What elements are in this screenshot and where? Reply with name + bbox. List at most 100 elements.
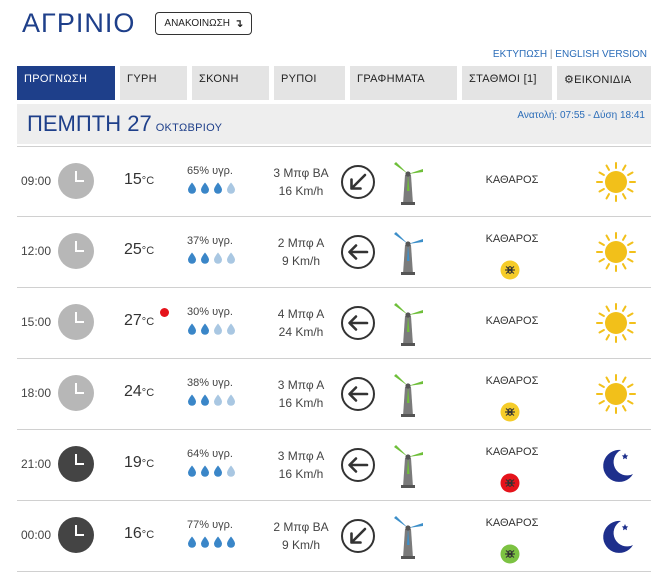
moon-icon — [595, 515, 637, 557]
wind-direction-arrow-icon — [340, 376, 376, 412]
arrow-down-icon: ↴ — [234, 17, 244, 30]
table-row: 21:00 19°C 64% υγρ. 3 Μπφ Α 16 Km/h ΚΑΘΑΡΟΣ — [17, 430, 651, 501]
humidity: 30% υγρ. — [187, 306, 247, 335]
humidity-value: 64% υγρ. — [187, 448, 233, 460]
temperature-value: 24 — [124, 383, 142, 400]
dust-level-icon[interactable] — [500, 544, 520, 564]
humidity: 77% υγρ. — [187, 519, 247, 548]
wind-direction-arrow-icon — [340, 305, 376, 341]
temperature-value: 16 — [124, 525, 142, 542]
clock-icon — [58, 375, 94, 411]
condition-text: ΚΑΘΑΡΟΣ — [485, 174, 539, 186]
wind-direction-arrow-icon — [340, 164, 376, 200]
tab-stations[interactable]: ΣΤΑΘΜΟΙ [1] — [462, 66, 552, 100]
english-version-link[interactable]: ENGLISH VERSION — [555, 49, 647, 60]
print-link[interactable]: ΕΚΤΥΠΩΣΗ — [493, 49, 547, 60]
condition-text: ΚΑΘΑΡΟΣ — [485, 233, 539, 245]
clock-icon — [58, 517, 94, 553]
temperature-unit: °C — [141, 245, 155, 257]
temperature-unit: °C — [141, 458, 155, 470]
condition-text: ΚΑΘΑΡΟΣ — [485, 315, 539, 327]
tab-pollen[interactable]: ΓΥΡΗ — [120, 66, 187, 100]
top-links: ΕΚΤΥΠΩΣΗ | ENGLISH VERSION — [493, 49, 647, 60]
wind-turbine-icon — [391, 231, 425, 275]
temperature-unit: °C — [141, 316, 155, 328]
wind-direction-arrow-icon — [340, 234, 376, 270]
temperature: 25°C — [124, 241, 154, 259]
sun-icon — [595, 161, 637, 203]
forecast-time: 00:00 — [21, 528, 52, 542]
wind-turbine-icon — [391, 302, 425, 346]
temperature-value: 27 — [124, 312, 142, 329]
forecast-time: 21:00 — [21, 457, 52, 471]
tab-label: ΓΥΡΗ — [127, 73, 157, 85]
condition-text: ΚΑΘΑΡΟΣ — [485, 517, 539, 529]
humidity: 65% υγρ. — [187, 165, 247, 194]
day-month: ΟΚΤΩΒΡΙΟΥ — [155, 122, 223, 134]
dust-level-icon[interactable] — [500, 473, 520, 493]
tab-forecast[interactable]: ΠΡΟΓΝΩΣΗ — [17, 66, 115, 100]
humidity-value: 37% υγρ. — [187, 235, 233, 247]
dust-level-icon[interactable] — [500, 260, 520, 280]
page-header: ΑΓΡΙΝΙΟ ΑΝΑΚΟΙΝΩΣΗ ↴ — [22, 6, 253, 40]
city-title: ΑΓΡΙΝΙΟ — [22, 7, 136, 38]
forecast-time: 18:00 — [21, 386, 52, 400]
wind-direction-arrow-icon — [340, 447, 376, 483]
dust-level-icon[interactable] — [500, 402, 520, 422]
sun-icon — [595, 231, 637, 273]
humidity-value: 65% υγρ. — [187, 165, 233, 177]
forecast-time: 12:00 — [21, 244, 52, 258]
table-row: 00:00 16°C 77% υγρ. 2 Μπφ ΒΑ 9 Km/h ΚΑΘΑΡΟΣ — [17, 501, 651, 572]
table-row: 09:00 15°C 65% υγρ. 3 Μπφ ΒΑ 16 Km/h ΚΑΘΑΡΟΣ — [17, 146, 651, 217]
humidity: 64% υγρ. — [187, 448, 247, 477]
announcement-label: ΑΝΑΚΟΙΝΩΣΗ — [164, 17, 230, 29]
humidity-drops-icon — [187, 323, 247, 335]
clock-icon — [58, 163, 94, 199]
condition-text: ΚΑΘΑΡΟΣ — [485, 375, 539, 387]
humidity-drops-icon — [187, 252, 247, 264]
day-title: ΠΕΜΠΤΗ 27 ΟΚΤΩΒΡΙΟΥ — [27, 111, 222, 137]
day-header: ΠΕΜΠΤΗ 27 ΟΚΤΩΒΡΙΟΥ Ανατολή: 07:55 - Δύση… — [17, 104, 651, 144]
temperature-value: 19 — [124, 454, 142, 471]
wind-turbine-icon — [391, 444, 425, 488]
humidity-value: 77% υγρ. — [187, 519, 233, 531]
humidity-value: 30% υγρ. — [187, 306, 233, 318]
humidity-drops-icon — [187, 394, 247, 406]
tab-label: ΓΡΑΦΗΜΑΤΑ — [357, 73, 425, 85]
tab-label: ΣΤΑΘΜΟΙ [1] — [469, 73, 537, 85]
wind-direction-arrow-icon — [340, 518, 376, 554]
tab-pollutants[interactable]: ΡΥΠΟΙ — [274, 66, 345, 100]
temperature: 15°C — [124, 171, 154, 189]
sun-icon — [595, 302, 637, 344]
tab-bar: ΠΡΟΓΝΩΣΗ ΓΥΡΗ ΣΚΟΝΗ ΡΥΠΟΙ ΓΡΑΦΗΜΑΤΑ ΣΤΑΘ… — [17, 66, 651, 100]
tab-dust[interactable]: ΣΚΟΝΗ — [192, 66, 269, 100]
table-row: 18:00 24°C 38% υγρ. 3 Μπφ Α 16 Km/h ΚΑΘΑΡΟΣ — [17, 359, 651, 430]
condition-text: ΚΑΘΑΡΟΣ — [485, 446, 539, 458]
tab-icons[interactable]: ⚙ΕΙΚΟΝΙΔΙΑ — [557, 66, 651, 100]
day-name: ΠΕΜΠΤΗ 27 — [27, 111, 152, 136]
moon-icon — [595, 444, 637, 486]
wind-turbine-icon — [391, 161, 425, 205]
humidity: 38% υγρ. — [187, 377, 247, 406]
temperature-value: 15 — [124, 171, 142, 188]
forecast-time: 15:00 — [21, 315, 52, 329]
table-row: 15:00 27°C 30% υγρ. 4 Μπφ Α 24 Km/h ΚΑΘΑΡΟΣ — [17, 288, 651, 359]
clock-icon — [58, 446, 94, 482]
humidity-drops-icon — [187, 182, 247, 194]
announcement-button[interactable]: ΑΝΑΚΟΙΝΩΣΗ ↴ — [155, 11, 253, 35]
tab-label: ΠΡΟΓΝΩΣΗ — [24, 73, 88, 85]
wind-turbine-icon — [391, 373, 425, 417]
temperature-value: 25 — [124, 241, 142, 258]
temperature-unit: °C — [141, 387, 155, 399]
humidity: 37% υγρ. — [187, 235, 247, 264]
tab-charts[interactable]: ΓΡΑΦΗΜΑΤΑ — [350, 66, 457, 100]
humidity-value: 38% υγρ. — [187, 377, 233, 389]
tab-label: ΕΙΚΟΝΙΔΙΑ — [574, 74, 632, 86]
tab-label: ΡΥΠΟΙ — [281, 73, 317, 85]
humidity-drops-icon — [187, 536, 247, 548]
table-row: 12:00 25°C 37% υγρ. 2 Μπφ Α9 Km/h ΚΑΘΑΡΟΣ — [17, 217, 651, 288]
temperature-unit: °C — [141, 529, 155, 541]
temperature: 24°C — [124, 383, 154, 401]
clock-icon — [58, 233, 94, 269]
gear-icon: ⚙ — [564, 74, 575, 86]
